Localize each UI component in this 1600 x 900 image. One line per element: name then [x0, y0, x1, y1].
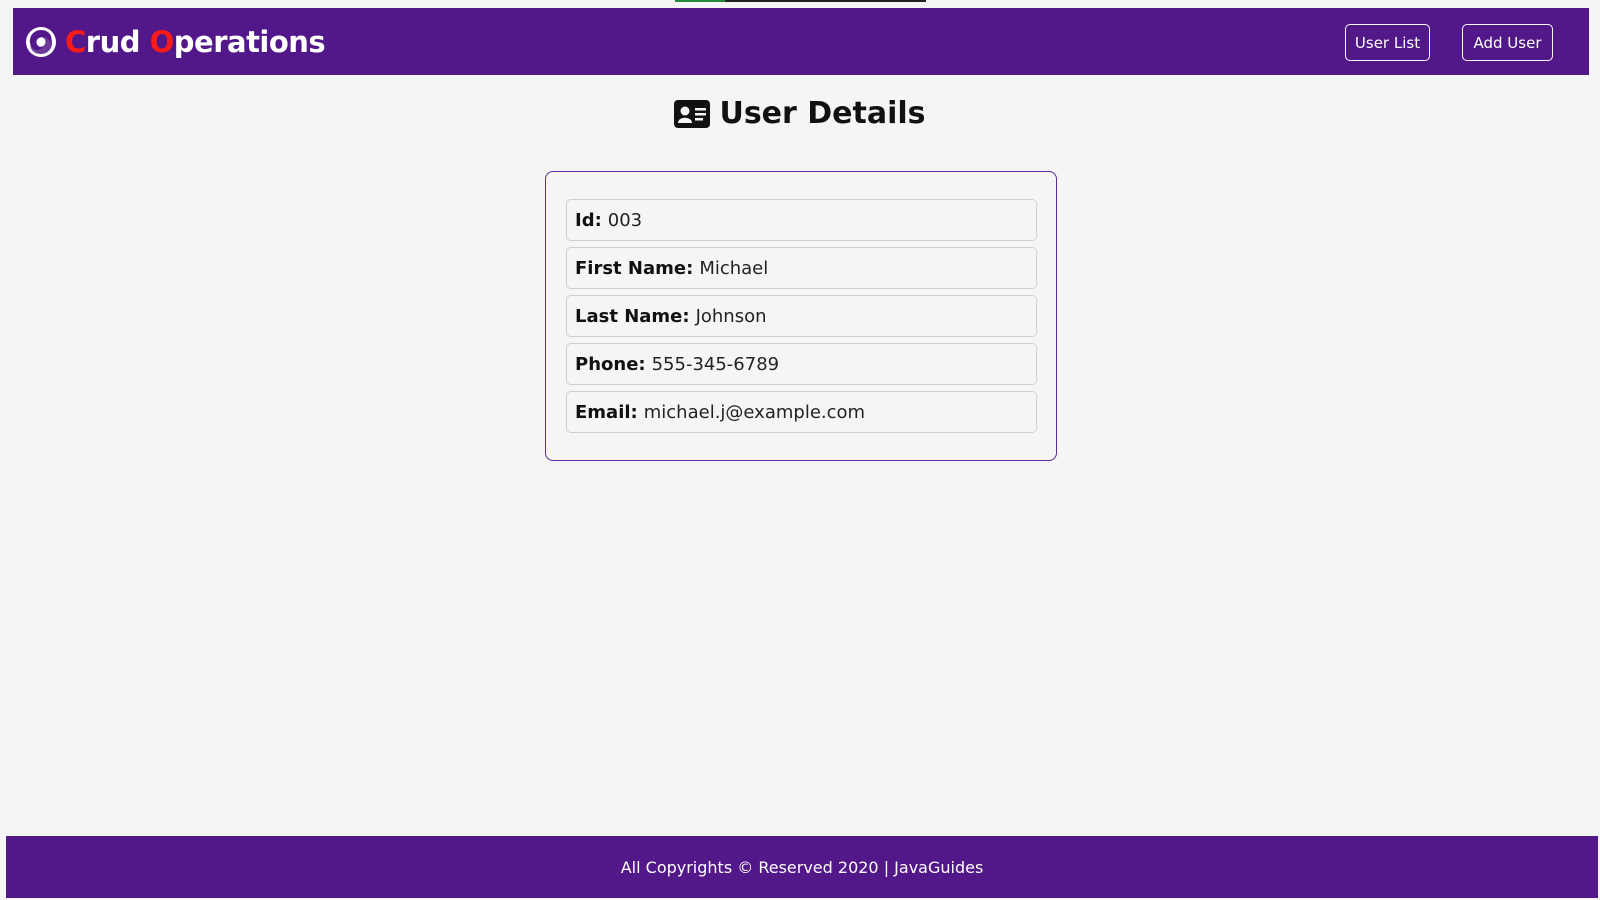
detail-row-id: Id: 003 [566, 199, 1037, 241]
footer: All Copyrights © Reserved 2020 | JavaGui… [6, 836, 1598, 898]
detail-row-last-name: Last Name: Johnson [566, 295, 1037, 337]
top-progress-strip [675, 0, 926, 2]
detail-label: Last Name: [575, 305, 690, 327]
detail-label: Id: [575, 209, 602, 231]
swirl-logo-icon [26, 26, 56, 57]
detail-value: michael.j@example.com [643, 401, 866, 423]
navbar: Crud Operations User List Add User [13, 8, 1589, 75]
id-card-icon [674, 99, 711, 128]
detail-value: Johnson [695, 305, 767, 327]
brand-letter-o: O [149, 24, 175, 59]
page-title: User Details [0, 96, 1600, 131]
detail-value: 003 [607, 209, 643, 231]
user-list-button[interactable]: User List [1345, 24, 1430, 61]
brand-letter-c: C [65, 24, 86, 59]
footer-text: All Copyrights © Reserved 2020 | JavaGui… [620, 857, 984, 877]
detail-label: Email: [575, 401, 638, 423]
page-title-text: User Details [719, 96, 926, 131]
detail-label: First Name: [575, 257, 694, 279]
detail-row-first-name: First Name: Michael [566, 247, 1037, 289]
detail-row-phone: Phone: 555-345-6789 [566, 343, 1037, 385]
detail-value: Michael [699, 257, 769, 279]
brand[interactable]: Crud Operations [25, 24, 326, 59]
add-user-button[interactable]: Add User [1462, 24, 1553, 61]
brand-word-rud: rud [85, 24, 150, 59]
brand-word-perations: perations [173, 24, 326, 59]
detail-value: 555-345-6789 [651, 353, 780, 375]
detail-row-email: Email: michael.j@example.com [566, 391, 1037, 433]
detail-label: Phone: [575, 353, 646, 375]
user-details-card: Id: 003 First Name: Michael Last Name: J… [545, 171, 1057, 461]
